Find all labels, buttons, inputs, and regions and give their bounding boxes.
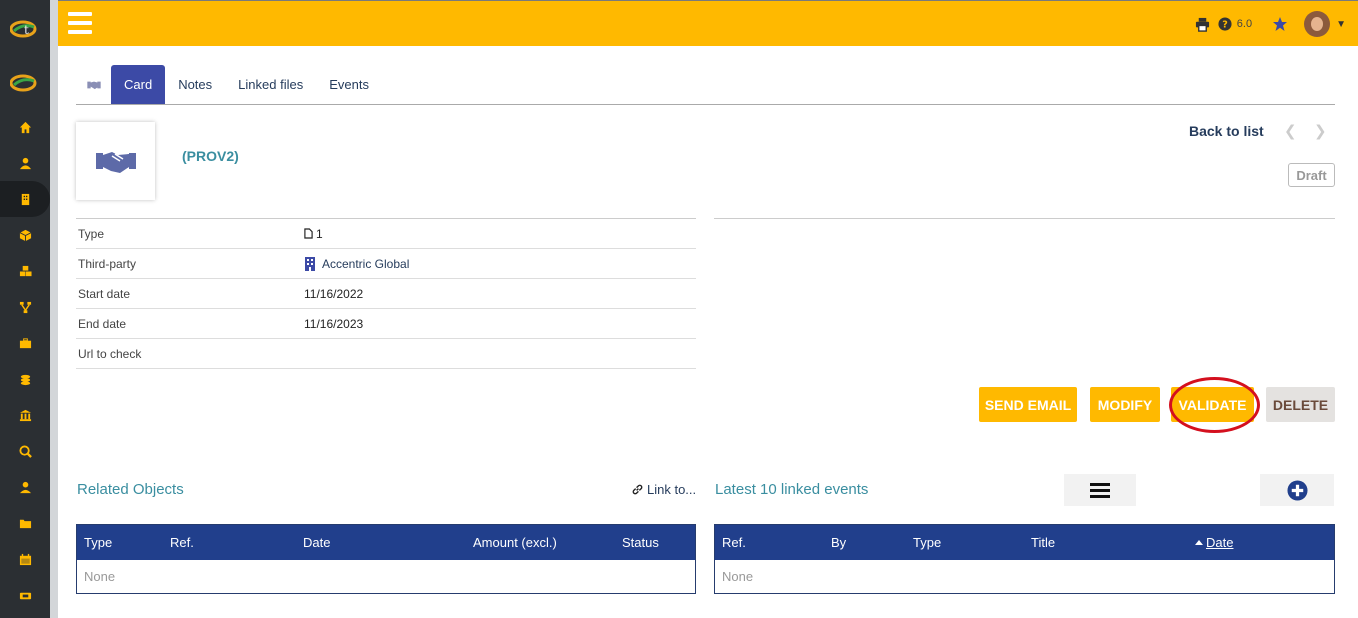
- cubes-icon[interactable]: [0, 253, 50, 289]
- briefcase-icon[interactable]: [0, 325, 50, 361]
- next-icon[interactable]: ❯: [1314, 122, 1327, 140]
- field-label: Start date: [78, 286, 131, 301]
- column-header-status[interactable]: Status: [622, 525, 659, 560]
- svg-text:?: ?: [1222, 20, 1228, 31]
- handshake-icon: [95, 152, 136, 173]
- send-email-button[interactable]: SEND EMAIL: [979, 387, 1077, 422]
- modify-button[interactable]: MODIFY: [1090, 387, 1160, 422]
- field-row-start-date: Start date 11/16/2022: [76, 279, 696, 309]
- building-icon: [305, 256, 315, 271]
- column-header-ref[interactable]: Ref.: [722, 525, 746, 560]
- top-right-tools: ? 6.0 ▼: [1195, 10, 1346, 38]
- link-icon: [632, 484, 643, 495]
- search-dollar-icon[interactable]: [0, 433, 50, 469]
- svg-text:t: t: [24, 23, 29, 37]
- field-row-end-date: End date 11/16/2023: [76, 309, 696, 339]
- building-icon[interactable]: [0, 181, 50, 217]
- column-header-title[interactable]: Title: [1031, 525, 1055, 560]
- plus-circle-icon: [1286, 479, 1308, 501]
- back-to-list-link[interactable]: Back to list: [1189, 123, 1264, 139]
- folder-icon[interactable]: [0, 505, 50, 541]
- column-header-by[interactable]: By: [831, 525, 846, 560]
- tab-events[interactable]: Events: [316, 65, 382, 104]
- bank-icon[interactable]: [0, 397, 50, 433]
- field-row-url: Url to check: [76, 339, 696, 369]
- coins-icon[interactable]: [0, 361, 50, 397]
- table-header: Type Ref. Date Amount (excl.) Status: [77, 525, 695, 560]
- tab-notes[interactable]: Notes: [165, 65, 225, 104]
- field-label: Third-party: [78, 256, 137, 271]
- list-view-button[interactable]: [1064, 474, 1136, 506]
- user-icon[interactable]: [0, 145, 50, 181]
- third-party-link[interactable]: Accentric Global: [322, 257, 409, 271]
- top-bar: ? 6.0 ▼: [58, 0, 1358, 46]
- chevron-down-icon[interactable]: ▼: [1336, 19, 1346, 30]
- star-icon[interactable]: [1272, 16, 1288, 32]
- handshake-icon: [86, 81, 101, 89]
- link-to-button[interactable]: Link to...: [632, 482, 696, 497]
- cube-icon[interactable]: [0, 217, 50, 253]
- table-header: Ref. By Type Title Date: [715, 525, 1334, 560]
- validate-button[interactable]: VALIDATE: [1171, 387, 1254, 422]
- column-header-type[interactable]: Type: [913, 525, 941, 560]
- file-icon: [304, 228, 313, 239]
- status-badge: Draft: [1288, 163, 1335, 187]
- column-header-amount[interactable]: Amount (excl.): [473, 525, 557, 560]
- left-sidebar: t: [0, 0, 50, 618]
- add-event-button[interactable]: [1260, 474, 1334, 506]
- previous-icon[interactable]: ❮: [1284, 122, 1297, 140]
- hamburger-menu-icon[interactable]: [68, 12, 92, 34]
- version-label: 6.0: [1236, 18, 1253, 30]
- ticket-icon[interactable]: [0, 577, 50, 613]
- date-header-label: Date: [1206, 535, 1234, 550]
- object-ref: (PROV2): [182, 148, 239, 164]
- start-date-value: 11/16/2022: [304, 286, 364, 301]
- field-row-third-party: Third-party Accentric Global: [76, 249, 696, 279]
- related-objects-table: Type Ref. Date Amount (excl.) Status Non…: [76, 524, 696, 594]
- column-header-date[interactable]: Date: [303, 525, 330, 560]
- end-date-value: 11/16/2023: [304, 316, 364, 331]
- column-header-date[interactable]: Date: [1195, 525, 1233, 560]
- tab-card[interactable]: Card: [111, 65, 166, 104]
- empty-row: None: [715, 560, 1334, 593]
- linked-events-table: Ref. By Type Title Date None: [714, 524, 1335, 594]
- delete-button[interactable]: DELETE: [1266, 387, 1335, 422]
- print-icon[interactable]: [1195, 16, 1211, 32]
- field-value-third-party[interactable]: Accentric Global: [304, 256, 409, 272]
- related-objects-title: Related Objects: [77, 481, 184, 498]
- help-icon[interactable]: ?: [1217, 16, 1233, 32]
- linked-events-title: Latest 10 linked events: [715, 481, 869, 498]
- sidebar-divider: [50, 0, 58, 618]
- project-icon[interactable]: [0, 289, 50, 325]
- avatar[interactable]: [1304, 11, 1331, 37]
- tab-linked-files[interactable]: Linked files: [225, 65, 316, 104]
- tab-object-icon[interactable]: [76, 65, 111, 104]
- link-to-label: Link to...: [647, 482, 697, 497]
- field-label: Url to check: [78, 346, 142, 361]
- home-icon[interactable]: [0, 109, 50, 145]
- field-row-type: Type 1: [76, 219, 696, 249]
- user-tie-icon[interactable]: [0, 469, 50, 505]
- field-value-type: 1: [304, 227, 323, 241]
- card-tabs: Card Notes Linked files Events: [76, 65, 1335, 105]
- empty-row: None: [77, 560, 695, 593]
- divider: [714, 218, 1335, 219]
- list-icon: [1090, 483, 1110, 498]
- fields-table: Type 1 Third-party Accentric Global Star…: [76, 218, 696, 369]
- field-label: End date: [78, 316, 127, 331]
- object-thumbnail: [76, 122, 155, 200]
- calendar-icon[interactable]: [0, 541, 50, 577]
- column-header-type[interactable]: Type: [84, 525, 112, 560]
- column-header-ref[interactable]: Ref.: [170, 525, 194, 560]
- sort-ascending-icon: [1195, 540, 1203, 545]
- field-label: Type: [78, 226, 105, 241]
- logo-icon[interactable]: t: [10, 19, 38, 39]
- type-value: 1: [316, 226, 323, 241]
- logo-icon[interactable]: [10, 73, 38, 93]
